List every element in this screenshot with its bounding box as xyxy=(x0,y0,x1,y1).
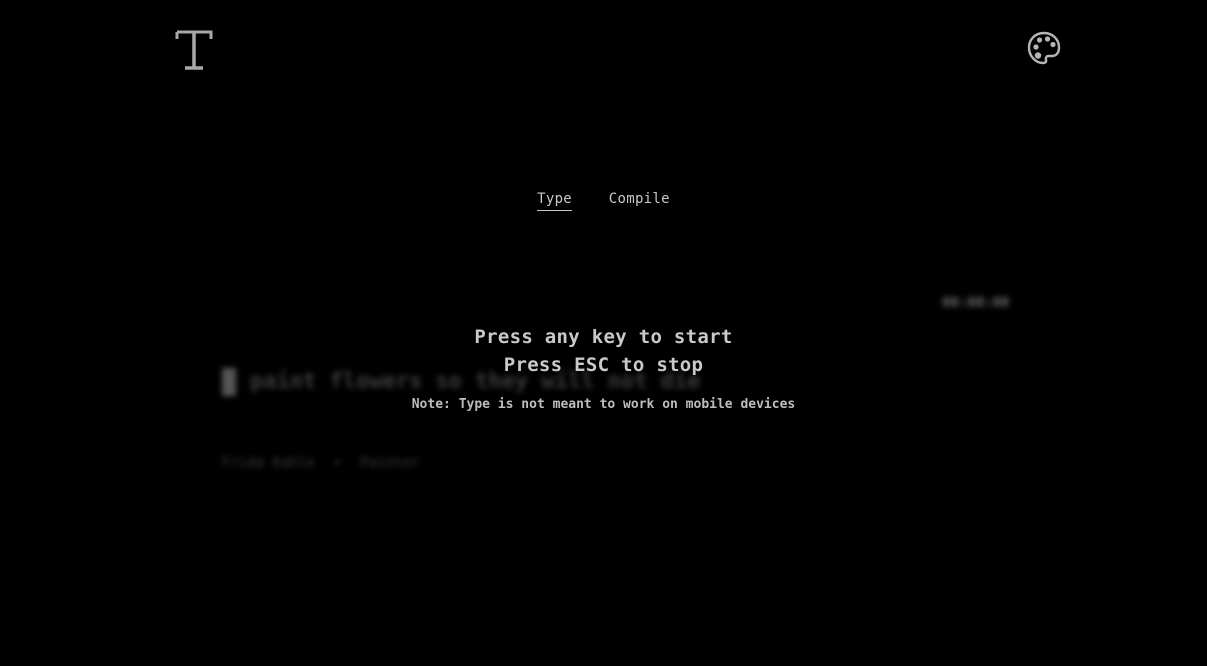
quote-attribution: Frida Kahlo • Painter xyxy=(222,455,419,471)
start-message: Press any key to start xyxy=(474,326,733,348)
app-logo[interactable] xyxy=(173,28,215,72)
mode-tabs: Type Compile xyxy=(0,191,1207,211)
letter-t-logo-icon xyxy=(175,30,213,70)
stop-message: Press ESC to stop xyxy=(503,354,704,376)
author-role: Painter xyxy=(360,455,420,471)
mobile-note: Note: Type is not meant to work on mobil… xyxy=(411,397,796,412)
typing-app: Type Compile 00:00:00 paint flowers so t… xyxy=(0,0,1207,666)
attribution-separator: • xyxy=(333,455,342,471)
tab-type[interactable]: Type xyxy=(537,191,573,211)
palette-icon xyxy=(1027,31,1061,65)
theme-button[interactable] xyxy=(1026,30,1062,66)
tab-compile[interactable]: Compile xyxy=(609,191,670,210)
quote-author: Frida Kahlo xyxy=(222,455,315,471)
timer: 00:00:00 xyxy=(942,295,1010,311)
